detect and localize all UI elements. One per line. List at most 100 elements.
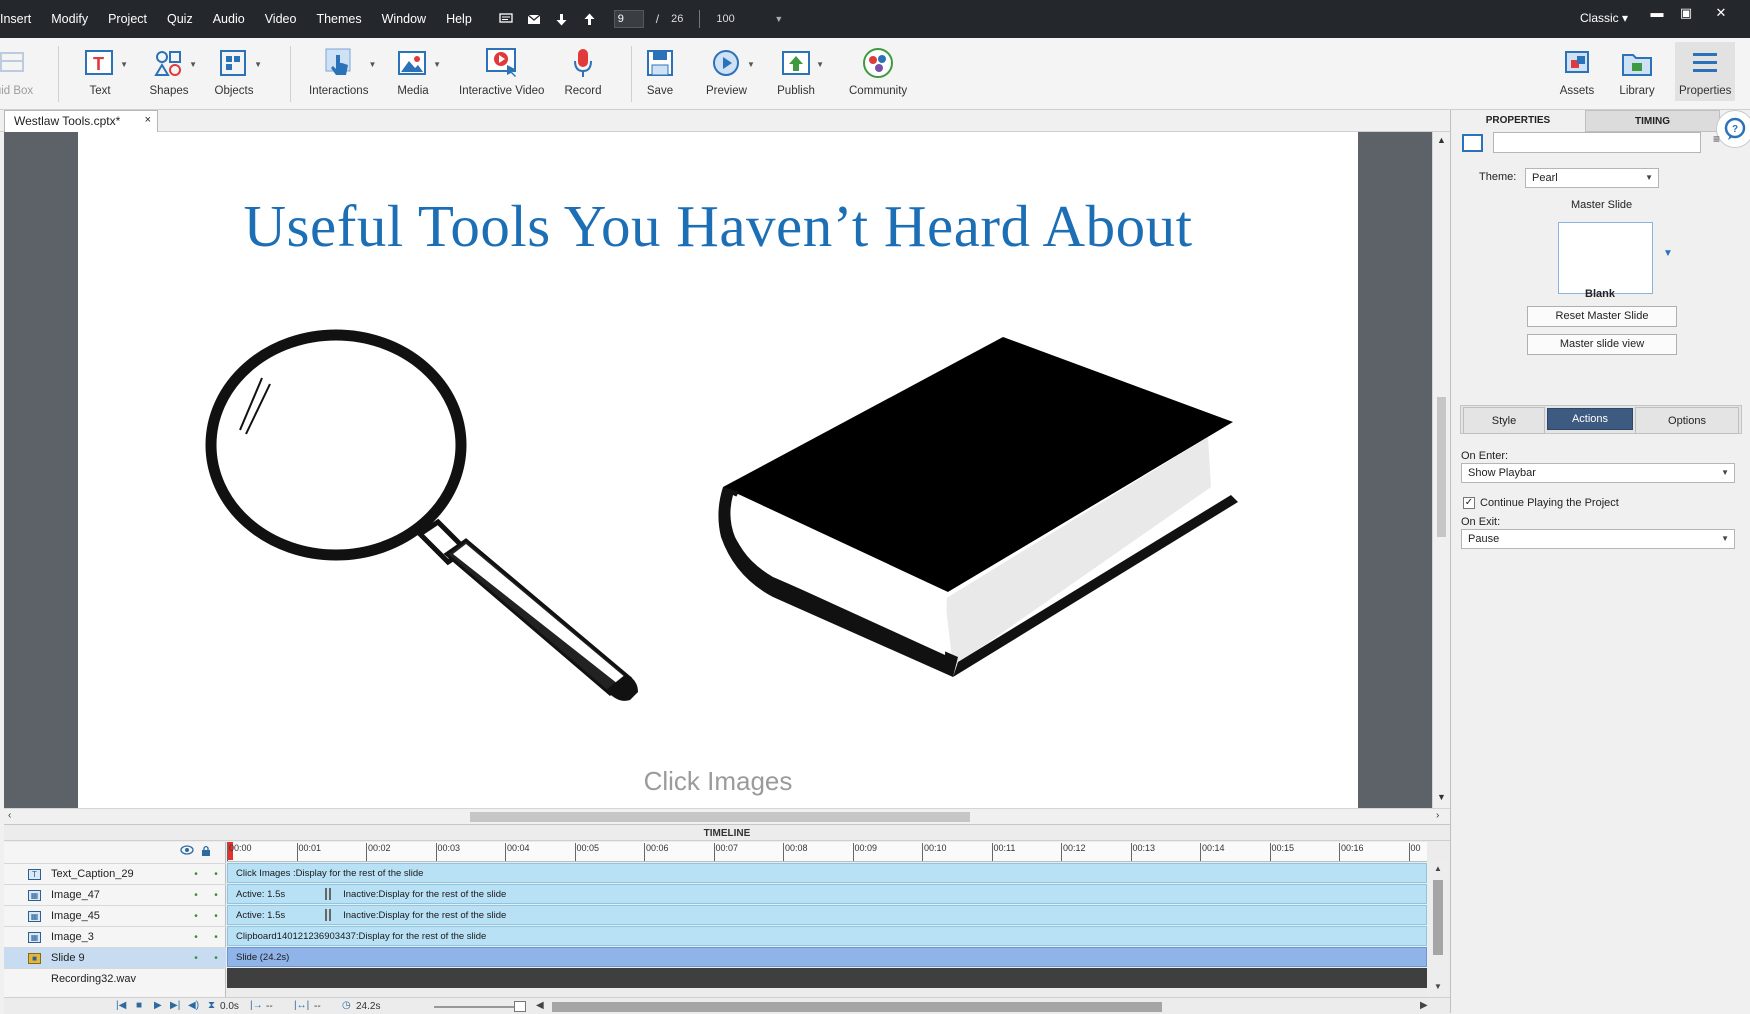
timeline-scroll-right-icon[interactable]: ▶	[1420, 1000, 1428, 1011]
timeline-vertical-scrollbar[interactable]: ▲ ▼	[1427, 862, 1450, 997]
close-tab-icon[interactable]: ×	[145, 114, 151, 126]
close-window-button[interactable]: ✕	[1710, 5, 1732, 21]
theme-select[interactable]: Pearl ▼	[1525, 168, 1659, 188]
interactive-video-tool[interactable]: Interactive Video	[459, 44, 544, 97]
zoom-select[interactable]: 100	[716, 13, 774, 25]
scroll-right-icon[interactable]: ›	[1436, 810, 1439, 821]
timeline-vscroll-thumb[interactable]	[1433, 880, 1443, 955]
visibility-dot[interactable]: •	[186, 911, 206, 922]
text-tool[interactable]: T ▼ Text	[80, 44, 128, 97]
workspace-select[interactable]: Classic ▾	[1580, 11, 1628, 25]
forward-icon[interactable]: ▶|	[170, 1000, 180, 1011]
save-tool[interactable]: Save	[640, 44, 680, 97]
media-tool[interactable]: ▼ Media	[393, 44, 441, 97]
menu-insert[interactable]: Insert	[0, 12, 41, 26]
visibility-dot[interactable]: •	[186, 932, 206, 943]
master-slide-thumbnail[interactable]	[1558, 222, 1653, 294]
tab-properties[interactable]: PROPERTIES	[1451, 110, 1585, 132]
community-tool[interactable]: Community	[849, 44, 907, 97]
timeline-track[interactable]: Clipboard140121236903437:Display for the…	[227, 926, 1427, 946]
menu-quiz[interactable]: Quiz	[157, 12, 203, 26]
assets-tool[interactable]: Assets	[1557, 44, 1597, 97]
timeline-track[interactable]: Active: 1.5s Inactive:Display for the res…	[227, 905, 1427, 925]
record-tool[interactable]: Record	[563, 44, 603, 97]
timeline-zoom-slider[interactable]	[434, 1006, 524, 1008]
visibility-dot[interactable]: •	[186, 953, 206, 964]
scroll-up-icon[interactable]: ▲	[1437, 135, 1446, 145]
menu-modify[interactable]: Modify	[41, 12, 98, 26]
scroll-left-icon[interactable]: ‹	[8, 810, 11, 821]
magnifying-glass-image[interactable]	[198, 322, 668, 808]
objects-tool[interactable]: ▼ Objects	[214, 44, 262, 97]
timeline-layer-row[interactable]: T Text_Caption_29 • •	[4, 863, 226, 884]
timeline-scroll-up-icon[interactable]: ▲	[1434, 864, 1442, 873]
visibility-eye-icon[interactable]	[180, 845, 194, 858]
zoom-caret-icon[interactable]: ▼	[774, 14, 783, 24]
menu-help[interactable]: Help	[436, 12, 482, 26]
audio-icon[interactable]: ◀)	[188, 1000, 199, 1011]
track-pause-divider[interactable]	[325, 888, 332, 900]
stage-vscroll-thumb[interactable]	[1437, 397, 1446, 537]
timeline-hscroll-thumb[interactable]	[552, 1002, 1162, 1012]
rewind-icon[interactable]: |◀	[116, 1000, 126, 1011]
publish-tool[interactable]: ▼ Publish	[776, 44, 824, 97]
timeline-layer-row[interactable]: ▦ Image_45 • •	[4, 905, 226, 926]
on-enter-select[interactable]: Show Playbar ▼	[1461, 463, 1735, 483]
tab-actions[interactable]: Actions	[1547, 408, 1633, 430]
timeline-layer-row[interactable]: ▦ Image_3 • •	[4, 926, 226, 947]
tab-options[interactable]: Options	[1635, 407, 1739, 434]
reset-master-slide-button[interactable]: Reset Master Slide	[1527, 306, 1677, 327]
timeline-ruler[interactable]: 00:00 00:01 00:02 00:03 00:04 00:05 00:06 00:07…	[227, 842, 1427, 862]
preview-tool[interactable]: ▼ Preview	[706, 44, 755, 97]
slide-name-input[interactable]	[1493, 132, 1701, 153]
stop-icon[interactable]: ■	[136, 1000, 142, 1011]
visibility-dot[interactable]: •	[186, 890, 206, 901]
arrow-down-icon[interactable]	[552, 10, 572, 28]
menu-window[interactable]: Window	[372, 12, 436, 26]
scroll-down-icon[interactable]: ▼	[1437, 792, 1446, 802]
menu-audio[interactable]: Audio	[203, 12, 255, 26]
timeline-layer-row[interactable]: ■ Slide 9 • •	[4, 947, 226, 968]
timeline-scroll-left-icon[interactable]: ◀	[536, 1000, 544, 1011]
arrow-up-icon[interactable]	[580, 10, 600, 28]
lock-icon[interactable]	[201, 845, 211, 859]
book-image[interactable]	[713, 337, 1253, 697]
timeline-layer-row[interactable]: Recording32.wav	[4, 968, 226, 989]
slide-caption[interactable]: Click Images	[78, 766, 1358, 797]
continue-playing-checkbox[interactable]: ✓	[1463, 497, 1475, 509]
current-slide-input[interactable]: 9	[613, 10, 644, 28]
stage-hscroll-thumb[interactable]	[470, 812, 970, 822]
properties-tool[interactable]: Properties	[1675, 42, 1736, 101]
lock-dot[interactable]: •	[206, 953, 226, 964]
play-timeline-icon[interactable]: ▶	[154, 1000, 162, 1011]
visibility-dot[interactable]: •	[186, 869, 206, 880]
slide-canvas[interactable]: Useful Tools You Haven’t Heard About Cli…	[78, 132, 1358, 808]
timeline-zoom-knob[interactable]	[514, 1001, 526, 1012]
minimize-button[interactable]: ▬	[1646, 5, 1668, 21]
document-tab[interactable]: Westlaw Tools.cptx* ×	[4, 110, 158, 132]
stage-vertical-scrollbar[interactable]: ▲ ▼	[1432, 132, 1450, 808]
library-tool[interactable]: Library	[1617, 44, 1657, 97]
lock-dot[interactable]: •	[206, 869, 226, 880]
maximize-button[interactable]: ▣	[1675, 5, 1697, 21]
timeline-track[interactable]: Active: 1.5s Inactive:Display for the res…	[227, 884, 1427, 904]
timeline-layer-row[interactable]: ▦ Image_47 • •	[4, 884, 226, 905]
list-options-icon[interactable]: ≡	[1713, 132, 1720, 146]
menu-project[interactable]: Project	[98, 12, 157, 26]
comment-icon[interactable]	[496, 10, 516, 28]
tab-timing[interactable]: TIMING	[1585, 110, 1720, 132]
interactions-tool[interactable]: ▼ Interactions	[309, 44, 376, 97]
lock-dot[interactable]: •	[206, 890, 226, 901]
fluid-box-tool[interactable]: uid Box	[0, 44, 34, 97]
timeline-track[interactable]	[227, 968, 1427, 988]
shapes-tool[interactable]: ▼ Shapes	[149, 44, 197, 97]
master-slide-view-button[interactable]: Master slide view	[1527, 334, 1677, 355]
email-icon[interactable]	[524, 10, 544, 28]
timeline-scroll-down-icon[interactable]: ▼	[1434, 982, 1442, 991]
lock-dot[interactable]: •	[206, 911, 226, 922]
track-pause-divider[interactable]	[325, 909, 332, 921]
timeline-track[interactable]: Slide (24.2s)	[227, 947, 1427, 967]
help-chat-icon[interactable]: ?	[1716, 110, 1750, 148]
on-exit-select[interactable]: Pause ▼	[1461, 529, 1735, 549]
timeline-track[interactable]: Click Images :Display for the rest of th…	[227, 863, 1427, 883]
